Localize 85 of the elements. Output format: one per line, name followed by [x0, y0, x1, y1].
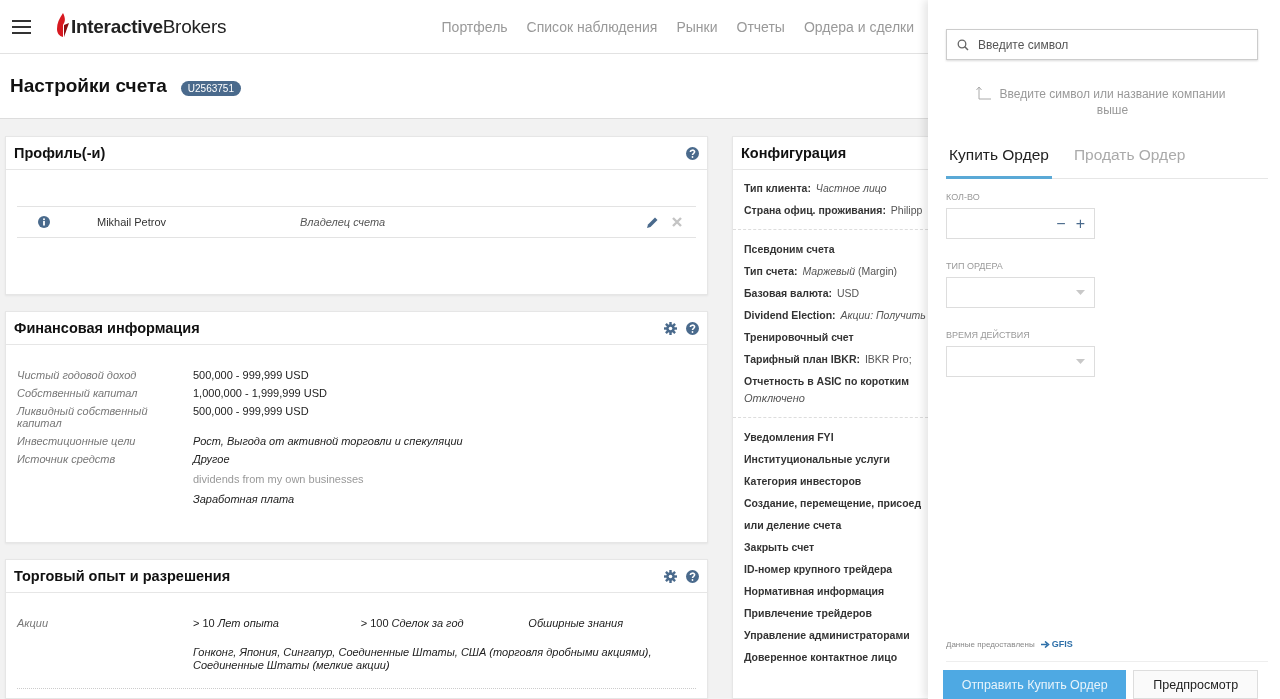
card-title: Конфигурация	[741, 145, 847, 161]
info-icon[interactable]	[38, 216, 50, 228]
provider-logo[interactable]: GFIS	[1040, 639, 1073, 649]
config-label: Закрыть счет	[744, 541, 815, 553]
nav-link[interactable]: Список наблюдения	[526, 18, 658, 35]
config-label: Категория инвесторов	[744, 475, 862, 487]
config-label: Базовая валюта:	[744, 287, 833, 299]
field-label: КОЛ-ВО	[946, 192, 981, 202]
field-label: ВРЕМЯ ДЕЙСТВИЯ	[946, 330, 1031, 340]
edit-icon[interactable]	[646, 215, 659, 229]
field-label: Акции	[17, 616, 50, 631]
config-label: Псевдоним счета	[744, 243, 835, 255]
config-value: Отключено	[744, 392, 806, 406]
profile-name: Mikhail Petrov	[97, 216, 168, 228]
field-label: Инвестиционные цели	[17, 434, 137, 449]
field-value: Обширные знания	[528, 616, 625, 631]
config-value: IBKR Pro;	[864, 353, 912, 365]
nav-link[interactable]: Отчеты	[736, 18, 785, 35]
quantity-field[interactable]: − +	[946, 208, 1095, 239]
config-value: Philipp	[890, 204, 923, 216]
config-label: Доверенное контактное лицо	[744, 651, 898, 663]
field-value: 500,000 - 999,999 USD	[193, 368, 309, 383]
help-icon[interactable]	[686, 321, 699, 335]
logo-text[interactable]: InteractiveBrokers	[71, 15, 227, 38]
config-label: Уведомления FYI	[744, 431, 834, 443]
caret-icon	[1076, 290, 1085, 295]
search-icon	[957, 39, 969, 51]
menu-icon[interactable]	[12, 19, 31, 34]
help-icon[interactable]	[686, 569, 699, 583]
config-label: Dividend Election:	[744, 309, 836, 321]
config-label: Страна офиц. проживания:	[744, 204, 886, 216]
config-label: Тип клиента:	[744, 182, 811, 194]
config-value: Частное лицо	[815, 182, 887, 194]
card-title: Торговый опыт и разрешения	[14, 568, 231, 584]
config-value: USD	[837, 287, 860, 299]
hint-text: Введите символ или название компании выше	[998, 86, 1227, 118]
field-value: 1,000,000 - 1,999,999 USD	[193, 386, 327, 401]
preview-button[interactable]: Предпросмотр	[1133, 670, 1258, 699]
config-label: Тарифный план IBKR:	[744, 353, 860, 365]
page-title: Настройки счета	[10, 75, 167, 97]
caret-icon	[1076, 359, 1085, 364]
field-value: Рост, Выгода от активной торговли и спекуляции	[193, 434, 463, 449]
field-value: Заработная плата	[193, 492, 296, 507]
settings-icon[interactable]	[664, 569, 677, 583]
config-label: Создание, перемещение, присоед	[744, 497, 922, 509]
config-label: Управление администраторами	[744, 629, 910, 641]
nav-link[interactable]: Рынки	[676, 18, 718, 35]
config-label: Нормативная информация	[744, 585, 885, 597]
field-label: Ликвидный собственный капитал	[17, 404, 149, 431]
config-label: Отчетность в ASIC по коротким	[744, 375, 909, 387]
field-label: Собственный капитал	[17, 386, 139, 401]
field-label: Источник средств	[17, 452, 117, 467]
config-label: или деление счета	[744, 519, 842, 531]
field-value: Другое	[193, 452, 231, 467]
field-value: 500,000 - 999,999 USD	[193, 404, 309, 419]
help-icon[interactable]	[686, 146, 699, 160]
dropdown-field[interactable]	[946, 277, 1095, 308]
field-label: Чистый годовой доход	[17, 368, 138, 383]
config-label: ID-номер крупного трейдера	[744, 563, 893, 575]
config-label: Институциональные услуги	[744, 453, 890, 465]
arrow-up-icon	[976, 86, 992, 102]
settings-icon[interactable]	[664, 321, 677, 335]
card-title: Профиль(-и)	[14, 145, 106, 161]
order-tab[interactable]: Купить Ордер	[946, 139, 1052, 179]
config-label: Тип счета:	[744, 265, 798, 277]
field-value: > 10 Лет опыта	[193, 616, 280, 631]
credit-text: Данные предоставлены	[946, 639, 1035, 649]
nav-link[interactable]: Ордера и сделки	[803, 18, 914, 35]
symbol-search-field[interactable]: Введите символ	[946, 29, 1258, 60]
field-value: > 100 Сделок за год	[360, 616, 465, 631]
nav-link[interactable]: Портфель	[441, 18, 508, 35]
config-label: Привлечение трейдеров	[744, 607, 872, 619]
card-title: Финансовая информация	[14, 320, 200, 336]
config-value: Маржевый (Margin)	[802, 265, 898, 277]
field-label: ТИП ОРДЕРА	[946, 261, 1004, 271]
config-label: Тренировочный счет	[744, 331, 854, 343]
profile-role: Владелец счета	[300, 216, 386, 228]
dropdown-field[interactable]	[946, 346, 1095, 377]
decrement-button[interactable]: −	[1056, 215, 1066, 232]
field-value: dividends from my own businesses	[193, 472, 364, 487]
markets-text: Гонконг, Япония, Сингапур, Соединенные Штаты, США (торговля дробными акциями), Соединенные Штаты (мелкие акции)	[193, 646, 653, 672]
logo-icon	[57, 12, 69, 37]
config-value: Акции: Получить	[840, 309, 926, 321]
account-badge: U2563751	[180, 80, 241, 96]
increment-button[interactable]: +	[1075, 215, 1085, 232]
